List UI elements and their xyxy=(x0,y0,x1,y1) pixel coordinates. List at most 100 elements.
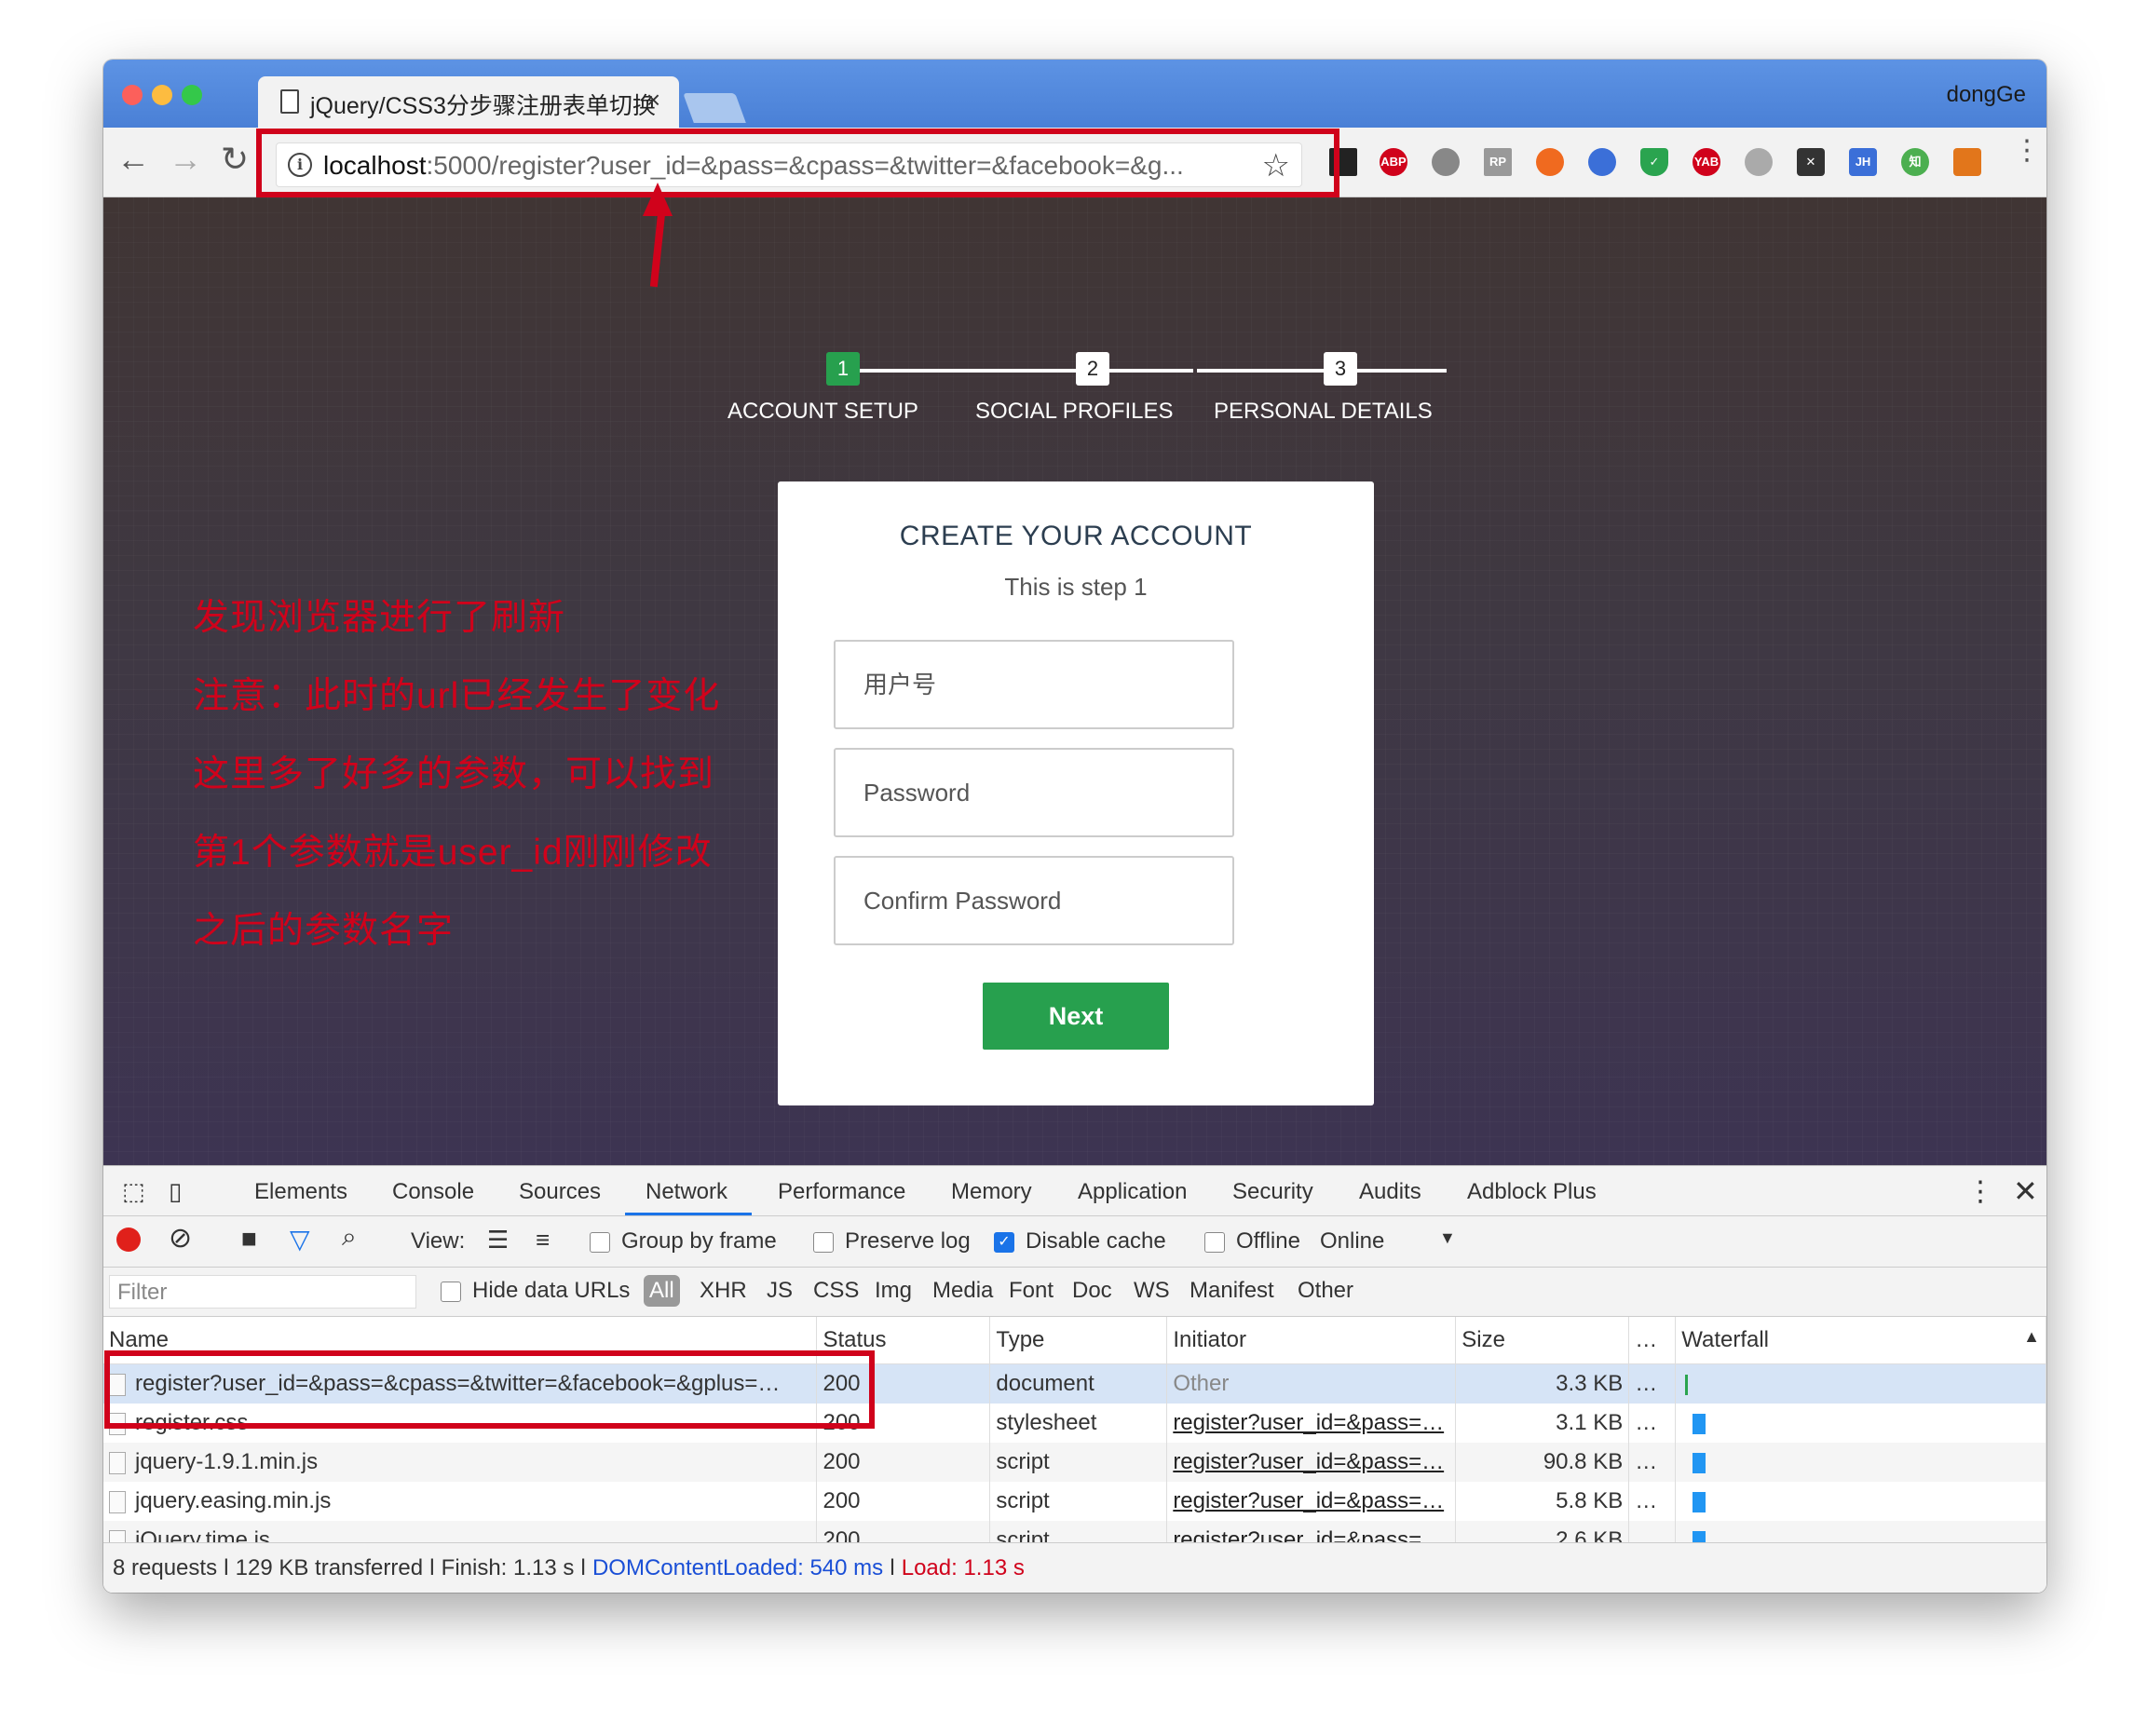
capture-screenshots-icon[interactable]: ■ xyxy=(241,1224,257,1254)
throttling-select[interactable]: Online xyxy=(1320,1228,1384,1255)
request-size: 90.8 KB xyxy=(1455,1443,1630,1482)
load-time: Load: 1.13 s xyxy=(901,1555,1025,1580)
annotation-line-3: 这里多了好多的参数，可以找到 xyxy=(193,754,715,794)
user-id-input[interactable]: 用户号 xyxy=(834,640,1234,729)
tab-performance[interactable]: Performance xyxy=(778,1179,905,1205)
devtools-close-icon[interactable]: ✕ xyxy=(2013,1173,2038,1209)
waterfall-cell xyxy=(1675,1443,2046,1482)
tab-title: jQuery/CSS3分步骤注册表单切换 xyxy=(310,93,656,119)
request-size: 5.8 KB xyxy=(1455,1482,1630,1521)
active-tab-indicator xyxy=(625,1213,752,1215)
tab-network[interactable]: Network xyxy=(646,1179,727,1205)
fox-icon[interactable] xyxy=(1953,148,1981,176)
type-filter-js[interactable]: JS xyxy=(767,1278,793,1304)
tab-audits[interactable]: Audits xyxy=(1359,1179,1421,1205)
type-filter-media[interactable]: Media xyxy=(932,1278,993,1304)
maximize-window-button[interactable] xyxy=(182,85,202,105)
initiator-link[interactable]: register?user_id=&pass=… xyxy=(1173,1449,1444,1474)
type-filter-xhr[interactable]: XHR xyxy=(700,1278,747,1304)
annotation-line-4: 第1个参数就是user_id刚刚修改 xyxy=(193,833,713,873)
col-waterfall[interactable]: Waterfall ▲ xyxy=(1675,1317,2046,1364)
request-type: script xyxy=(989,1482,1168,1521)
clear-icon[interactable]: ⊘ xyxy=(169,1222,192,1255)
disable-cache-checkbox[interactable]: ✓ xyxy=(994,1232,1014,1253)
filter-icon[interactable]: ▽ xyxy=(290,1224,310,1255)
chevron-down-icon[interactable]: ▼ xyxy=(1439,1228,1456,1248)
request-more: … xyxy=(1628,1363,1677,1404)
globe-icon[interactable] xyxy=(1432,148,1460,176)
waterfall-cell xyxy=(1675,1404,2046,1443)
tab-application[interactable]: Application xyxy=(1078,1179,1187,1205)
browser-tab[interactable]: jQuery/CSS3分步骤注册表单切换 × xyxy=(258,76,679,129)
inspect-element-icon[interactable]: ⬚ xyxy=(122,1177,145,1206)
jh-icon[interactable]: JH xyxy=(1849,148,1877,176)
type-filter-doc[interactable]: Doc xyxy=(1072,1278,1112,1304)
lifebuoy-icon[interactable] xyxy=(1536,148,1564,176)
type-filter-ws[interactable]: WS xyxy=(1134,1278,1170,1304)
tab-strip: jQuery/CSS3分步骤注册表单切换 × dongGe xyxy=(103,60,2046,129)
profile-name[interactable]: dongGe xyxy=(1947,82,2026,108)
shield-icon[interactable]: ✓ xyxy=(1640,148,1668,176)
yab-icon[interactable]: YAB xyxy=(1693,148,1720,176)
request-highlight-box xyxy=(104,1350,875,1429)
type-filter-css[interactable]: CSS xyxy=(813,1278,859,1304)
document-icon xyxy=(109,1451,126,1474)
hide-data-urls-checkbox[interactable] xyxy=(441,1282,461,1302)
back-arrow-icon[interactable]: ← xyxy=(116,141,150,178)
col-initiator[interactable]: Initiator xyxy=(1166,1317,1457,1364)
status-separator: ǀ xyxy=(883,1555,902,1580)
table-row[interactable]: jquery-1.9.1.min.js 200 script register?… xyxy=(103,1443,2046,1482)
offline-checkbox[interactable] xyxy=(1204,1232,1225,1253)
confirm-password-input[interactable]: Confirm Password xyxy=(834,856,1234,945)
overview-icon[interactable]: ≡ xyxy=(536,1226,550,1255)
translate-icon[interactable] xyxy=(1588,148,1616,176)
type-filter-img[interactable]: Img xyxy=(875,1278,912,1304)
url-highlight-box xyxy=(256,129,1339,197)
tab-memory[interactable]: Memory xyxy=(951,1179,1032,1205)
new-tab-button[interactable] xyxy=(683,93,746,123)
type-filter-font[interactable]: Font xyxy=(1009,1278,1054,1304)
devtools-menu-icon[interactable]: ⋮ xyxy=(1966,1175,1994,1208)
annotation-arrow-head xyxy=(643,183,673,216)
type-filter-manifest[interactable]: Manifest xyxy=(1190,1278,1274,1304)
minimize-window-button[interactable] xyxy=(152,85,172,105)
password-input[interactable]: Password xyxy=(834,748,1234,837)
browser-menu-icon[interactable]: ⋮ xyxy=(2013,137,2041,165)
col-size[interactable]: Size xyxy=(1455,1317,1630,1364)
record-icon[interactable] xyxy=(116,1227,141,1252)
initiator-link[interactable]: register?user_id=&pass=… xyxy=(1173,1488,1444,1513)
group-by-frame-checkbox[interactable] xyxy=(590,1232,610,1253)
type-filter-other[interactable]: Other xyxy=(1298,1278,1353,1304)
abp-icon[interactable]: ABP xyxy=(1380,148,1407,176)
tab-sources[interactable]: Sources xyxy=(519,1179,601,1205)
forward-arrow-icon[interactable]: → xyxy=(169,141,202,178)
col-type[interactable]: Type xyxy=(989,1317,1168,1364)
initiator-link[interactable]: register?user_id=&pass=… xyxy=(1173,1410,1444,1435)
hide-data-urls-label: Hide data URLs xyxy=(472,1278,631,1303)
col-more[interactable]: … xyxy=(1628,1317,1677,1364)
zhi-icon[interactable]: 知 xyxy=(1901,148,1929,176)
tab-console[interactable]: Console xyxy=(392,1179,474,1205)
tab-elements[interactable]: Elements xyxy=(254,1179,347,1205)
x-icon[interactable]: ✕ xyxy=(1797,148,1825,176)
world-icon[interactable] xyxy=(1745,148,1773,176)
rp-icon[interactable]: RP xyxy=(1484,148,1512,176)
tab-adblock-plus[interactable]: Adblock Plus xyxy=(1467,1179,1597,1205)
large-rows-icon[interactable]: ☰ xyxy=(487,1226,509,1255)
search-icon[interactable]: ⌕ xyxy=(342,1222,357,1253)
request-more: … xyxy=(1628,1443,1677,1482)
device-toolbar-icon[interactable]: ▯ xyxy=(169,1177,182,1206)
request-name: jquery-1.9.1.min.js xyxy=(135,1449,319,1474)
step-1-label: ACCOUNT SETUP xyxy=(727,399,918,424)
table-row[interactable]: jquery.easing.min.js 200 script register… xyxy=(103,1482,2046,1521)
tab-close-icon[interactable]: × xyxy=(646,86,660,115)
tab-security[interactable]: Security xyxy=(1232,1179,1313,1205)
type-filter-all[interactable]: All xyxy=(644,1275,680,1307)
sort-up-icon: ▲ xyxy=(2023,1327,2040,1346)
next-button[interactable]: Next xyxy=(983,983,1169,1050)
close-window-button[interactable] xyxy=(122,85,143,105)
preserve-log-checkbox[interactable] xyxy=(813,1232,834,1253)
reload-icon[interactable]: ↻ xyxy=(221,141,249,178)
filter-input[interactable]: Filter xyxy=(109,1275,416,1309)
view-label: View: xyxy=(411,1228,466,1254)
